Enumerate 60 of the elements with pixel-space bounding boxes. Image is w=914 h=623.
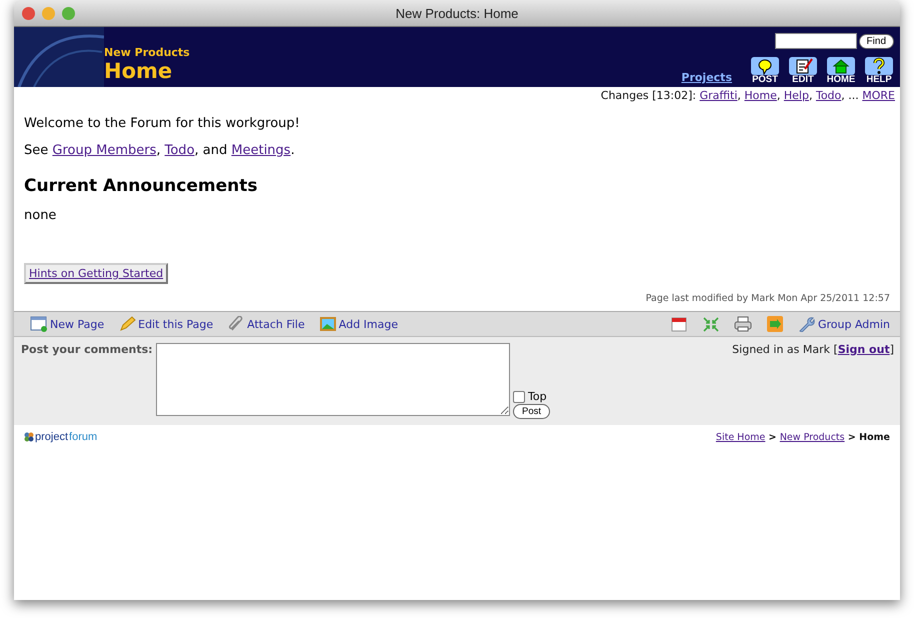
feed-button[interactable] bbox=[766, 316, 784, 332]
top-checkbox[interactable] bbox=[513, 390, 525, 402]
question-mark-icon bbox=[865, 57, 893, 75]
hints-button[interactable]: Hints on Getting Started bbox=[24, 263, 168, 284]
change-link[interactable]: Help bbox=[784, 89, 809, 102]
sign-out-link[interactable]: Sign out bbox=[838, 343, 890, 356]
arrows-icon bbox=[702, 316, 720, 332]
change-link[interactable]: MORE bbox=[862, 89, 895, 102]
pencil-icon bbox=[118, 316, 136, 332]
announcement-text: none bbox=[24, 208, 58, 223]
feed-icon bbox=[766, 316, 784, 332]
welcome-text: Welcome to the Forum for this workgroup! bbox=[24, 116, 301, 131]
attach-link[interactable]: Attach File bbox=[227, 316, 305, 332]
image-link[interactable]: Add Image bbox=[318, 316, 398, 332]
find-button[interactable]: Find bbox=[858, 34, 894, 48]
page-link[interactable]: Meetings bbox=[231, 143, 291, 158]
close-button[interactable] bbox=[22, 6, 35, 20]
project-forum-logo[interactable]: projectforum bbox=[24, 431, 98, 443]
projects-link[interactable]: Projects bbox=[681, 71, 732, 84]
home-tool-button[interactable]: HOME bbox=[826, 57, 856, 85]
recent-changes-text: Changes [13:02]: Graffiti, Home, Help, Todo, ... MORE bbox=[600, 88, 896, 102]
change-link[interactable]: Todo bbox=[816, 89, 842, 102]
printer-icon bbox=[734, 316, 752, 332]
zoom-button[interactable] bbox=[62, 6, 75, 20]
page-title: Home bbox=[104, 59, 174, 83]
house-icon bbox=[827, 57, 855, 75]
breadcrumb-text: Site Home > New Products > Home bbox=[716, 432, 890, 442]
print-button[interactable] bbox=[734, 316, 752, 332]
page-icon bbox=[30, 316, 48, 332]
search-field[interactable] bbox=[774, 33, 857, 49]
signed-in-text: Signed in as Mark [Sign out] bbox=[732, 343, 894, 356]
notepad-icon bbox=[789, 57, 817, 75]
page-link[interactable]: Group Members bbox=[52, 143, 156, 158]
edit-link[interactable]: Edit this Page bbox=[118, 316, 214, 332]
see-links-text: See Group Members, Todo, and Meetings. bbox=[24, 143, 296, 158]
paperclip-icon bbox=[227, 316, 246, 332]
breadcrumb-link[interactable]: Site Home bbox=[716, 432, 766, 442]
calendar-button[interactable] bbox=[670, 316, 688, 332]
arrows-button[interactable] bbox=[702, 316, 720, 332]
group-admin-link[interactable]: Group Admin bbox=[798, 316, 890, 332]
speech-bubble-icon bbox=[751, 57, 779, 75]
change-link[interactable]: Graffiti bbox=[700, 89, 738, 102]
image-icon bbox=[318, 316, 337, 332]
new-page-link[interactable]: New Page bbox=[30, 316, 104, 332]
change-link[interactable]: Home bbox=[744, 89, 777, 102]
window-title: New Products: Home bbox=[396, 6, 518, 20]
breadcrumb-link[interactable]: New Products bbox=[780, 432, 845, 442]
comments-label: Post your comments: bbox=[21, 343, 154, 358]
calendar-icon bbox=[670, 316, 688, 332]
page-link[interactable]: Todo bbox=[164, 143, 195, 158]
last-modified-text: Page last modified by Mark Mon Apr 25/2011 12:57 bbox=[646, 293, 890, 304]
top-label: Top bbox=[528, 390, 547, 403]
section-heading: Current Announcements bbox=[24, 176, 258, 196]
wrench-icon bbox=[798, 316, 816, 332]
post-tool-button[interactable]: POST bbox=[750, 57, 780, 85]
edit-tool-button[interactable]: EDIT bbox=[788, 57, 818, 85]
post-button[interactable]: Post bbox=[513, 404, 550, 419]
comment-field[interactable] bbox=[156, 343, 510, 416]
help-tool-button[interactable]: HELP bbox=[864, 57, 894, 85]
site-title: New Products bbox=[104, 46, 191, 59]
